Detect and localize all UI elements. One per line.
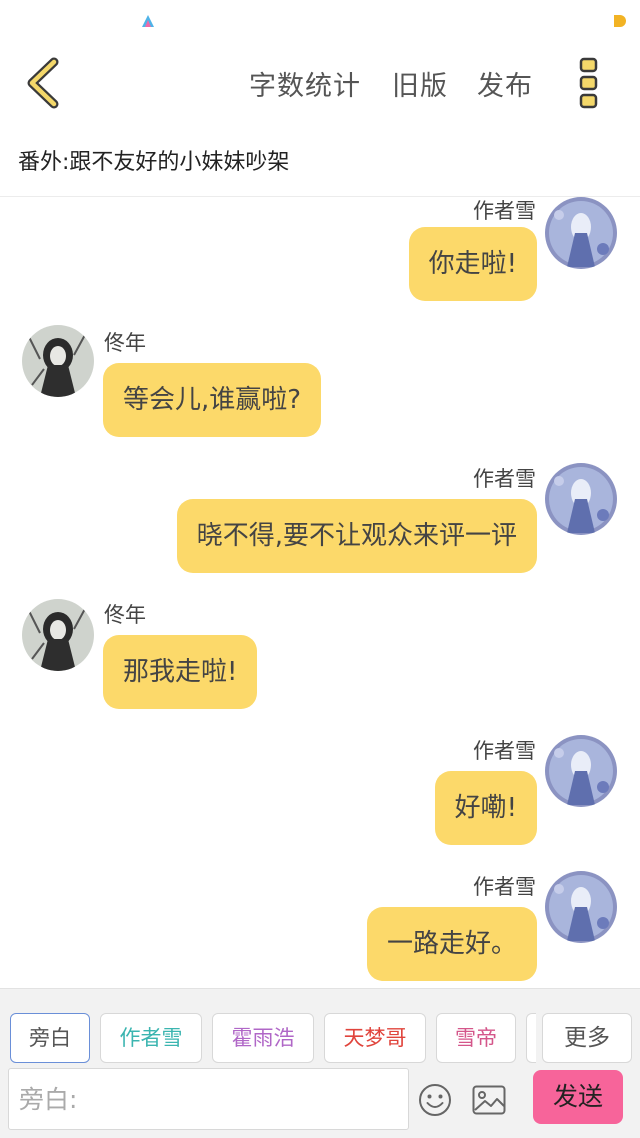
character-tab-partial[interactable] bbox=[526, 1013, 536, 1063]
avatar-author-xue[interactable] bbox=[545, 735, 617, 807]
character-tab-tianmengge[interactable]: 天梦哥 bbox=[324, 1013, 426, 1063]
avatar-tong-nian[interactable] bbox=[22, 325, 94, 397]
app-root: 字数统计 旧版 发布 番外:跟不友好的小妹妹吵架 作者雪 你走啦! 佟年 等会儿… bbox=[0, 0, 640, 1138]
avatar-image bbox=[22, 599, 94, 671]
message-bubble[interactable]: 一路走好。 bbox=[366, 907, 537, 981]
avatar-image bbox=[22, 325, 94, 397]
character-tab-label: 霍雨浩 bbox=[231, 1026, 295, 1050]
avatar-image bbox=[545, 735, 617, 807]
input-panel: 旁白 作者雪 霍雨浩 天梦哥 雪帝 更多 发送 bbox=[0, 988, 640, 1138]
message-bubble[interactable]: 好嘞! bbox=[434, 771, 537, 845]
character-tab-narrator[interactable]: 旁白 bbox=[10, 1013, 90, 1063]
sender-name: 作者雪 bbox=[473, 199, 536, 223]
sender-name: 佟年 bbox=[104, 603, 146, 627]
message-bubble[interactable]: 那我走啦! bbox=[103, 635, 258, 709]
message-input[interactable] bbox=[9, 1069, 408, 1129]
emoji-icon[interactable] bbox=[418, 1083, 452, 1117]
image-icon[interactable] bbox=[472, 1085, 506, 1115]
app-notification-icon bbox=[142, 15, 154, 27]
battery-icon bbox=[614, 15, 626, 27]
sender-name: 作者雪 bbox=[473, 467, 536, 491]
character-tab-label: 旁白 bbox=[29, 1026, 71, 1050]
message-bubble[interactable]: 等会儿,谁赢啦? bbox=[103, 363, 322, 437]
avatar-image bbox=[545, 197, 617, 269]
character-tab-label: 雪帝 bbox=[455, 1026, 497, 1050]
word-count-button[interactable]: 字数统计 bbox=[249, 64, 361, 103]
publish-button[interactable]: 发布 bbox=[477, 64, 533, 103]
message-input-box[interactable] bbox=[8, 1068, 409, 1130]
chapter-title: 番外:跟不友好的小妹妹吵架 bbox=[18, 150, 290, 175]
avatar-image bbox=[545, 463, 617, 535]
sender-name: 作者雪 bbox=[473, 739, 536, 763]
header: 字数统计 旧版 发布 bbox=[0, 42, 640, 126]
avatar-image bbox=[545, 871, 617, 943]
old-version-button[interactable]: 旧版 bbox=[392, 64, 448, 103]
avatar-author-xue[interactable] bbox=[545, 197, 617, 269]
character-tab-label: 天梦哥 bbox=[343, 1026, 407, 1050]
more-menu-icon[interactable] bbox=[574, 56, 604, 110]
character-tab-author-xue[interactable]: 作者雪 bbox=[100, 1013, 202, 1063]
status-bar bbox=[0, 0, 640, 42]
message-bubble[interactable]: 你走啦! bbox=[408, 227, 537, 301]
send-button[interactable]: 发送 bbox=[533, 1070, 623, 1124]
character-tab-label: 作者雪 bbox=[119, 1026, 183, 1050]
back-arrow-icon[interactable] bbox=[18, 56, 66, 110]
character-tab-xuedi[interactable]: 雪帝 bbox=[436, 1013, 516, 1063]
message-bubble[interactable]: 晓不得,要不让观众来评一评 bbox=[176, 499, 537, 573]
sender-name: 佟年 bbox=[104, 331, 146, 355]
avatar-tong-nian[interactable] bbox=[22, 599, 94, 671]
avatar-author-xue[interactable] bbox=[545, 463, 617, 535]
chat-list[interactable]: 作者雪 你走啦! 佟年 等会儿,谁赢啦? 作者雪 晓不得,要不让观众来评一评 佟… bbox=[0, 197, 640, 987]
avatar-author-xue[interactable] bbox=[545, 871, 617, 943]
sender-name: 作者雪 bbox=[473, 875, 536, 899]
more-characters-button[interactable]: 更多 bbox=[542, 1013, 632, 1063]
character-tab-huo-yuhao[interactable]: 霍雨浩 bbox=[212, 1013, 314, 1063]
